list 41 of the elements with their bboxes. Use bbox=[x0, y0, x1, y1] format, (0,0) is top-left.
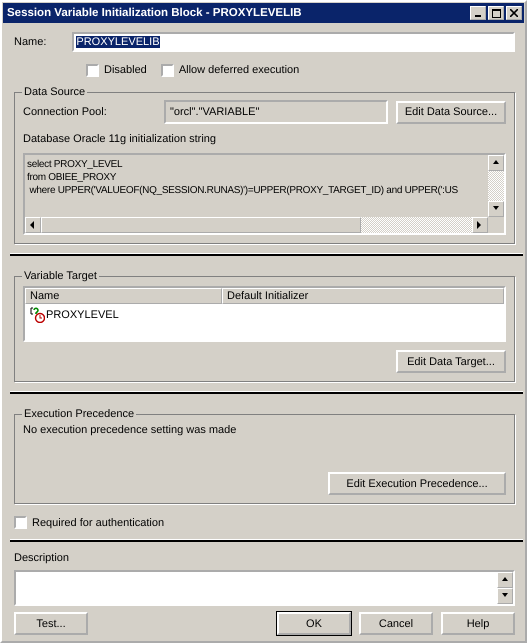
checkbox[interactable] bbox=[14, 516, 27, 529]
initialization-string-label: Database Oracle 11g initialization string bbox=[23, 133, 218, 145]
close-button[interactable] bbox=[506, 6, 522, 20]
name-field[interactable]: PROXYLEVELIB bbox=[72, 32, 515, 52]
close-icon bbox=[510, 9, 518, 17]
group-title: Data Source bbox=[23, 86, 86, 98]
edit-execution-precedence-button[interactable]: Edit Execution Precedence... bbox=[328, 472, 506, 495]
window-title: Session Variable Initialization Block - PROXYLEVELIB bbox=[7, 7, 303, 19]
up-arrow-icon bbox=[492, 159, 500, 167]
connection-pool-label: Connection Pool: bbox=[23, 106, 107, 118]
right-arrow-icon bbox=[476, 221, 484, 229]
checkbox[interactable] bbox=[160, 64, 174, 76]
maximize-button[interactable] bbox=[488, 6, 504, 20]
vertical-scrollbar[interactable] bbox=[488, 155, 504, 217]
connection-pool-field[interactable]: "orcl"."VARIABLE" bbox=[164, 100, 388, 124]
description-field[interactable] bbox=[14, 570, 515, 606]
minimize-button[interactable] bbox=[470, 6, 486, 20]
variable-table[interactable]: Name Default Initializer PROXYLEVEL bbox=[23, 286, 506, 342]
precedence-message: No execution precedence setting was made bbox=[23, 424, 236, 436]
group-title: Execution Precedence bbox=[23, 408, 136, 420]
group-title: Variable Target bbox=[23, 270, 98, 282]
dialog-button[interactable]: Help bbox=[441, 612, 515, 635]
checkbox[interactable] bbox=[86, 64, 99, 76]
edit-data-source-button[interactable]: Edit Data Source... bbox=[396, 100, 506, 124]
dialog-button[interactable]: Test... bbox=[14, 612, 88, 635]
description-label: Description bbox=[14, 552, 70, 564]
horizontal-scrollbar[interactable] bbox=[25, 217, 488, 233]
variable-icon bbox=[29, 307, 45, 323]
dialog-button[interactable]: OK bbox=[277, 612, 351, 635]
left-arrow-icon bbox=[29, 221, 37, 229]
checkbox-label: Allow deferred execution bbox=[178, 64, 300, 76]
dialog-button[interactable]: Cancel bbox=[359, 612, 433, 635]
column-header[interactable]: Default Initializer bbox=[222, 288, 504, 304]
edit-data-target-button[interactable]: Edit Data Target... bbox=[396, 350, 506, 373]
checkbox-label: Required for authentication bbox=[32, 516, 164, 528]
maximize-icon bbox=[492, 8, 500, 18]
checkbox-label: Disabled bbox=[104, 64, 147, 76]
table-cell: PROXYLEVEL bbox=[46, 309, 119, 321]
up-arrow-icon bbox=[501, 576, 509, 584]
name-label: Name: bbox=[14, 36, 46, 48]
column-header[interactable]: Name bbox=[25, 288, 222, 304]
